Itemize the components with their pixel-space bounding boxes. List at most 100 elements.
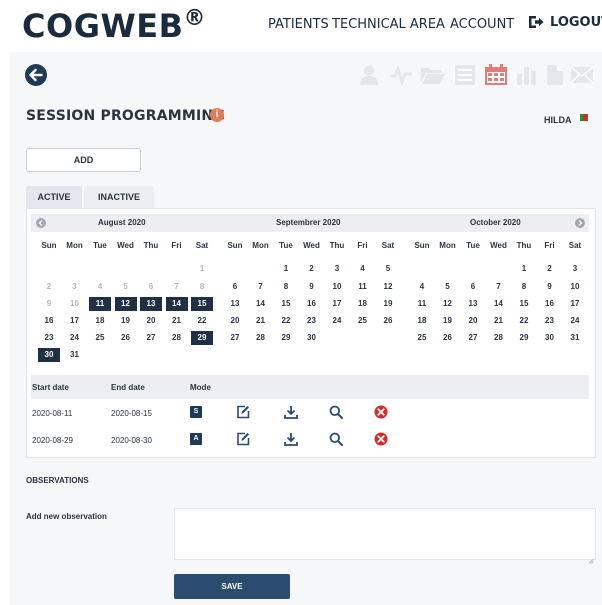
calendar-day[interactable]: 29 bbox=[275, 331, 297, 345]
calendar-day[interactable]: 11 bbox=[411, 297, 433, 311]
calendar-day[interactable]: 26 bbox=[377, 314, 399, 328]
calendar-day[interactable]: 22 bbox=[191, 314, 213, 328]
calendar-day[interactable]: 17 bbox=[564, 297, 586, 311]
save-button[interactable]: SAVE bbox=[174, 574, 290, 599]
calendar-day[interactable]: 13 bbox=[140, 297, 162, 311]
calendar-day[interactable]: 4 bbox=[352, 262, 374, 276]
calendar-day[interactable]: 23 bbox=[301, 314, 323, 328]
add-button[interactable]: ADD bbox=[26, 148, 141, 172]
calendar-day[interactable]: 3 bbox=[564, 262, 586, 276]
calendar-day[interactable]: 23 bbox=[38, 331, 60, 345]
calendar-day[interactable]: 26 bbox=[115, 331, 137, 345]
calendar-day[interactable]: 13 bbox=[224, 297, 246, 311]
calendar-day[interactable]: 16 bbox=[38, 314, 60, 328]
calendar-day[interactable]: 28 bbox=[166, 331, 188, 345]
calendar-day[interactable]: 11 bbox=[89, 297, 111, 311]
calendar-day[interactable]: 21 bbox=[488, 314, 510, 328]
calendar-day[interactable]: 10 bbox=[326, 280, 348, 294]
search-icon[interactable] bbox=[329, 405, 343, 424]
calendar-day[interactable]: 17 bbox=[64, 314, 86, 328]
calendar-day[interactable]: 2 bbox=[38, 280, 60, 294]
calendar-day[interactable]: 24 bbox=[64, 331, 86, 345]
calendar-day[interactable]: 3 bbox=[64, 280, 86, 294]
document-icon[interactable] bbox=[545, 64, 565, 91]
calendar-day[interactable]: 24 bbox=[564, 314, 586, 328]
calendar-day[interactable]: 6 bbox=[224, 280, 246, 294]
resize-grip-icon[interactable] bbox=[588, 551, 594, 569]
download-icon[interactable] bbox=[284, 405, 298, 424]
calendar-day[interactable]: 16 bbox=[301, 297, 323, 311]
calendar-day[interactable]: 15 bbox=[191, 297, 213, 311]
calendar-day[interactable]: 8 bbox=[513, 280, 535, 294]
calendar-day[interactable]: 17 bbox=[326, 297, 348, 311]
calendar-day[interactable]: 27 bbox=[462, 331, 484, 345]
list-icon[interactable] bbox=[454, 64, 476, 91]
calendar-day[interactable]: 21 bbox=[166, 314, 188, 328]
calendar-day[interactable]: 20 bbox=[462, 314, 484, 328]
folder-icon[interactable] bbox=[420, 64, 446, 91]
tab-active[interactable]: ACTIVE bbox=[26, 186, 82, 208]
calendar-day[interactable]: 1 bbox=[191, 262, 213, 276]
calendar-day[interactable]: 9 bbox=[38, 297, 60, 311]
back-button[interactable] bbox=[25, 64, 47, 86]
calendar-next-icon[interactable] bbox=[575, 218, 585, 228]
calendar-day[interactable]: 30 bbox=[38, 348, 60, 362]
calendar-day[interactable]: 12 bbox=[377, 280, 399, 294]
calendar-day[interactable]: 4 bbox=[89, 280, 111, 294]
calendar-day[interactable]: 14 bbox=[250, 297, 272, 311]
user-icon[interactable] bbox=[358, 64, 380, 91]
calendar-day[interactable]: 6 bbox=[462, 280, 484, 294]
app-logo[interactable]: COGWEB® bbox=[22, 6, 206, 45]
calendar-icon[interactable] bbox=[484, 64, 508, 91]
calendar-day[interactable]: 15 bbox=[513, 297, 535, 311]
calendar-day[interactable]: 27 bbox=[224, 331, 246, 345]
calendar-day[interactable]: 7 bbox=[166, 280, 188, 294]
calendar-day[interactable]: 3 bbox=[326, 262, 348, 276]
calendar-day[interactable]: 29 bbox=[191, 331, 213, 345]
calendar-day[interactable]: 14 bbox=[165, 297, 188, 311]
bar-chart-icon[interactable] bbox=[516, 64, 538, 91]
calendar-day[interactable]: 20 bbox=[140, 314, 162, 328]
calendar-day[interactable]: 18 bbox=[411, 314, 433, 328]
calendar-day[interactable]: 7 bbox=[488, 280, 510, 294]
calendar-day[interactable]: 9 bbox=[301, 280, 323, 294]
calendar-day[interactable]: 10 bbox=[64, 297, 86, 311]
calendar-day[interactable]: 25 bbox=[89, 331, 111, 345]
calendar-day[interactable]: 30 bbox=[539, 331, 561, 345]
calendar-day[interactable]: 19 bbox=[377, 297, 399, 311]
calendar-day[interactable]: 8 bbox=[191, 280, 213, 294]
calendar-day[interactable]: 11 bbox=[352, 280, 374, 294]
edit-icon[interactable] bbox=[236, 405, 250, 424]
edit-icon[interactable] bbox=[236, 432, 250, 451]
calendar-day[interactable]: 14 bbox=[488, 297, 510, 311]
calendar-day[interactable]: 6 bbox=[140, 280, 162, 294]
nav-account[interactable]: ACCOUNT bbox=[450, 17, 514, 32]
calendar-day[interactable]: 22 bbox=[275, 314, 297, 328]
calendar-day[interactable]: 12 bbox=[437, 297, 459, 311]
calendar-day[interactable]: 2 bbox=[301, 262, 323, 276]
calendar-day[interactable]: 7 bbox=[250, 280, 272, 294]
calendar-day[interactable]: 22 bbox=[513, 314, 535, 328]
nav-technical-area[interactable]: TECHNICAL AREA bbox=[332, 17, 445, 32]
calendar-day[interactable]: 4 bbox=[411, 280, 433, 294]
calendar-day[interactable]: 18 bbox=[89, 314, 111, 328]
calendar-day[interactable]: 20 bbox=[224, 314, 246, 328]
calendar-day[interactable]: 31 bbox=[64, 348, 86, 362]
calendar-day[interactable]: 5 bbox=[437, 280, 459, 294]
calendar-day[interactable]: 21 bbox=[250, 314, 272, 328]
calendar-day[interactable]: 19 bbox=[437, 314, 459, 328]
calendar-day[interactable]: 28 bbox=[250, 331, 272, 345]
calendar-day[interactable]: 5 bbox=[115, 280, 137, 294]
calendar-day[interactable]: 23 bbox=[539, 314, 561, 328]
calendar-prev-icon[interactable] bbox=[36, 218, 46, 228]
info-icon[interactable]: i bbox=[210, 108, 224, 122]
nav-patients[interactable]: PATIENTS bbox=[268, 17, 329, 32]
calendar-day[interactable]: 5 bbox=[377, 262, 399, 276]
calendar-day[interactable]: 25 bbox=[352, 314, 374, 328]
search-icon[interactable] bbox=[329, 432, 343, 451]
calendar-day[interactable]: 29 bbox=[513, 331, 535, 345]
calendar-day[interactable]: 31 bbox=[564, 331, 586, 345]
calendar-day[interactable]: 9 bbox=[539, 280, 561, 294]
calendar-day[interactable]: 12 bbox=[114, 297, 137, 311]
delete-icon[interactable] bbox=[374, 405, 388, 424]
